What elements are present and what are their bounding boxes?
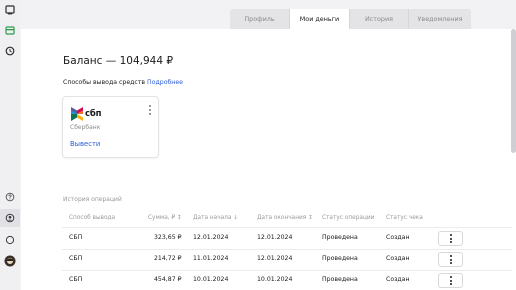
- history-title: История операций: [63, 196, 122, 203]
- scrollbar[interactable]: [511, 29, 516, 153]
- row-method: СБП: [69, 255, 83, 262]
- row-menu-button[interactable]: [438, 252, 463, 267]
- row-menu-button[interactable]: [438, 231, 463, 246]
- row-status: Проведена: [322, 255, 358, 262]
- col-start-date[interactable]: Дата начала ↓: [193, 215, 238, 221]
- row-receipt: Создан: [386, 234, 410, 241]
- sbp-card: сбп Сбербанк Вывести: [62, 96, 159, 158]
- avatar[interactable]: [4, 255, 16, 267]
- card-name: сбп: [85, 109, 102, 119]
- divider: [62, 249, 512, 250]
- app-window: Профиль Мои деньги История Уведомления Б…: [0, 0, 516, 290]
- withdraw-methods-label: Способы вывода средств: [63, 79, 146, 86]
- row-receipt: Создан: [386, 255, 410, 262]
- tab-bar: Профиль Мои деньги История Уведомления: [230, 9, 471, 29]
- more-info-link[interactable]: Подробнее: [147, 79, 183, 86]
- sort-icon: ↕: [308, 215, 313, 221]
- help-icon[interactable]: [4, 191, 16, 203]
- user-icon[interactable]: [0, 209, 20, 227]
- row-amount: 454,87 ₽: [154, 276, 182, 283]
- row-end: 12.01.2024: [257, 234, 293, 241]
- row-receipt: Создан: [386, 276, 410, 283]
- row-end: 12.01.2024: [257, 255, 293, 262]
- row-menu-button[interactable]: [438, 273, 463, 288]
- row-start: 12.01.2024: [193, 234, 229, 241]
- row-start: 10.01.2024: [193, 276, 229, 283]
- card-menu-button[interactable]: [148, 105, 152, 115]
- withdraw-button[interactable]: Вывести: [70, 140, 100, 148]
- sort-desc-icon: ↓: [233, 215, 239, 221]
- row-start: 11.01.2024: [193, 255, 229, 262]
- col-method: Способ вывода: [69, 215, 116, 221]
- monitor-icon[interactable]: [4, 4, 16, 16]
- sbp-logo-icon: [71, 107, 83, 121]
- wallet-icon[interactable]: [4, 24, 16, 36]
- divider: [62, 227, 512, 228]
- col-status: Статус операции: [322, 215, 375, 221]
- content-panel: Баланс — 104,944 ₽ Способы вывода средст…: [21, 29, 516, 290]
- row-amount: 323,65 ₽: [154, 234, 182, 241]
- row-amount: 214,72 ₽: [154, 255, 182, 262]
- tab-profile[interactable]: Профиль: [230, 9, 290, 29]
- row-method: СБП: [69, 234, 83, 241]
- chat-icon[interactable]: [4, 234, 16, 246]
- row-end: 10.01.2024: [257, 276, 293, 283]
- sidebar: [0, 0, 20, 290]
- clock-icon[interactable]: [4, 45, 16, 57]
- divider: [62, 270, 512, 271]
- card-bank: Сбербанк: [70, 124, 101, 131]
- col-end-date[interactable]: Дата окончания ↕: [257, 215, 313, 221]
- col-receipt: Статус чека: [386, 215, 423, 221]
- tab-history[interactable]: История: [350, 9, 409, 29]
- withdraw-methods-line: Способы вывода средств Подробнее: [63, 79, 183, 86]
- row-method: СБП: [69, 276, 83, 283]
- row-status: Проведена: [322, 234, 358, 241]
- sort-icon: ↕: [177, 215, 182, 221]
- balance-title: Баланс — 104,944 ₽: [63, 55, 174, 67]
- row-status: Проведена: [322, 276, 358, 283]
- tab-my-money[interactable]: Мои деньги: [290, 9, 350, 29]
- tab-notifications[interactable]: Уведомления: [409, 9, 471, 29]
- col-amount[interactable]: Сумма, ₽ ↕: [148, 215, 182, 221]
